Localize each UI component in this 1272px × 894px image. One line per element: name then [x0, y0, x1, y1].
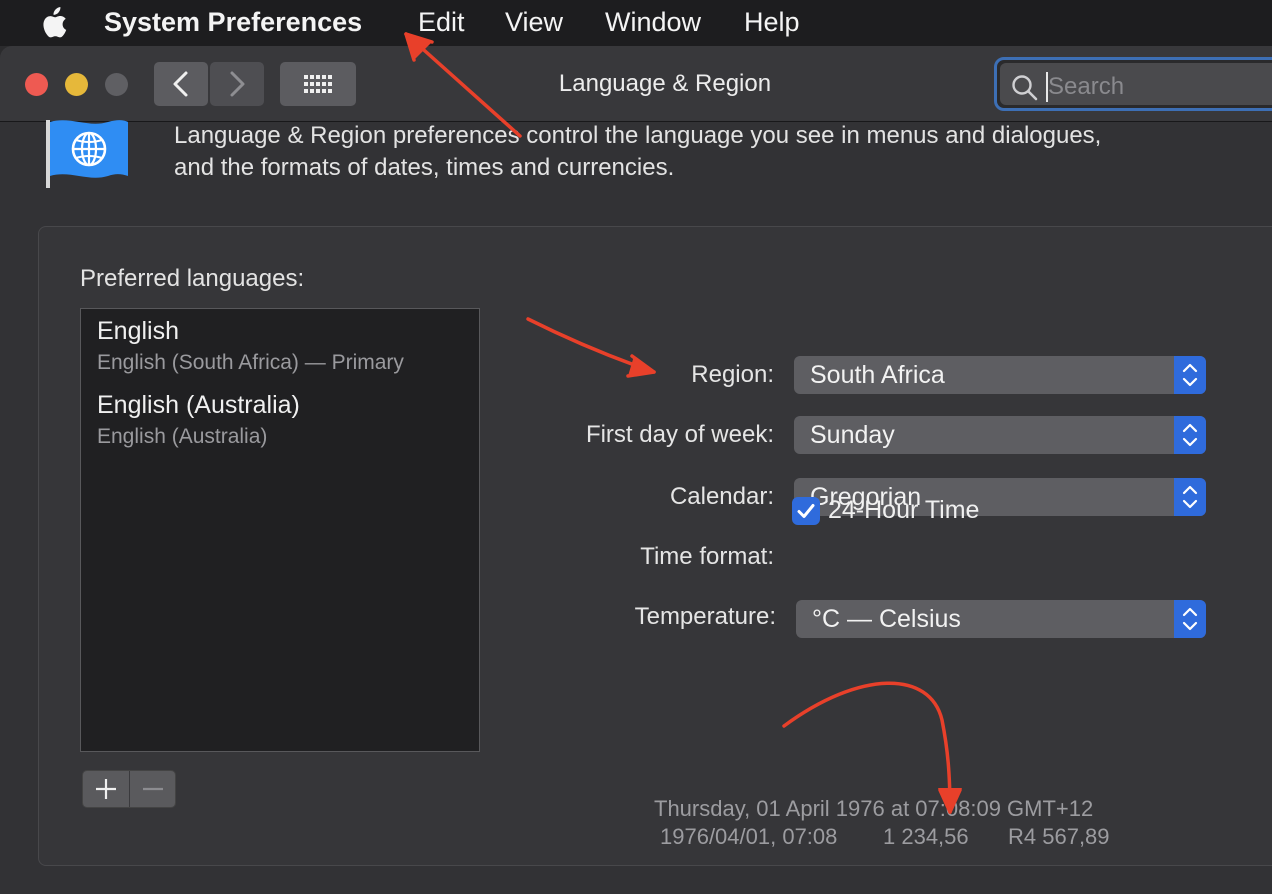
zoom-button[interactable] — [105, 73, 128, 96]
language-detail: English (Australia) — [97, 425, 268, 448]
chevron-right-icon — [230, 71, 245, 97]
menu-bar: System Preferences Edit View Window Help — [0, 0, 1272, 46]
first-day-value: Sunday — [810, 421, 895, 449]
description-line-1: Language & Region preferences control th… — [174, 122, 1102, 149]
region-popup[interactable]: South Africa — [794, 356, 1206, 394]
menu-help[interactable]: Help — [744, 7, 800, 38]
popup-arrows-icon — [1174, 600, 1206, 638]
sample-date-long: Thursday, 01 April 1976 at 07:08:09 GMT+… — [654, 796, 1094, 821]
temperature-value: °C — Celsius — [812, 605, 961, 633]
menu-edit[interactable]: Edit — [418, 7, 465, 38]
search-icon — [1012, 75, 1038, 101]
plus-icon — [96, 779, 116, 799]
remove-language-button[interactable] — [130, 771, 176, 807]
sample-number: 1 234,56 — [883, 824, 969, 849]
sample-date-short: 1976/04/01, 07:08 — [660, 824, 838, 849]
search-placeholder: Search — [1048, 73, 1125, 100]
preferred-languages-list[interactable]: English English (South Africa) — Primary… — [80, 308, 480, 752]
menu-view[interactable]: View — [505, 7, 563, 38]
language-detail: English (South Africa) — Primary — [97, 351, 404, 374]
grid-icon — [304, 75, 332, 93]
popup-arrows-icon — [1174, 478, 1206, 516]
title-bar: Language & Region Search — [0, 46, 1272, 122]
checkmark-icon — [797, 504, 815, 518]
first-day-label: First day of week: — [585, 421, 774, 448]
popup-arrows-icon — [1174, 416, 1206, 454]
sample-currency: R4 567,89 — [1008, 824, 1110, 849]
region-value: South Africa — [810, 361, 945, 389]
back-button[interactable] — [154, 62, 208, 106]
first-day-popup[interactable]: Sunday — [794, 416, 1206, 454]
search-field[interactable]: Search — [994, 57, 1272, 111]
chevron-left-icon — [173, 71, 188, 97]
apple-icon[interactable] — [36, 6, 68, 40]
minus-icon — [143, 787, 163, 791]
language-name: English (Australia) — [97, 391, 300, 419]
show-all-button[interactable] — [280, 62, 356, 106]
add-remove-control — [82, 770, 176, 808]
temperature-popup[interactable]: °C — Celsius — [796, 600, 1206, 638]
minimize-button[interactable] — [65, 73, 88, 96]
24-hour-label[interactable]: 24-Hour Time — [828, 496, 979, 525]
menu-window[interactable]: Window — [605, 7, 701, 38]
temperature-label: Temperature: — [634, 603, 776, 630]
preferred-languages-label: Preferred languages: — [80, 265, 305, 292]
24-hour-checkbox[interactable] — [792, 497, 820, 525]
window-title: Language & Region — [558, 70, 772, 97]
calendar-label: Calendar: — [669, 483, 774, 510]
forward-button[interactable] — [210, 62, 264, 106]
close-button[interactable] — [25, 73, 48, 96]
time-format-label: Time format: — [640, 543, 774, 570]
menu-app-name[interactable]: System Preferences — [104, 7, 362, 38]
search-input[interactable]: Search — [1000, 63, 1272, 105]
language-flag-icon — [46, 120, 128, 188]
language-name: English — [97, 317, 179, 345]
region-label: Region: — [691, 361, 774, 388]
popup-arrows-icon — [1174, 356, 1206, 394]
description-line-2: and the formats of dates, times and curr… — [174, 154, 675, 181]
add-language-button[interactable] — [83, 771, 129, 807]
pane-description: Language & Region preferences control th… — [174, 120, 1254, 184]
